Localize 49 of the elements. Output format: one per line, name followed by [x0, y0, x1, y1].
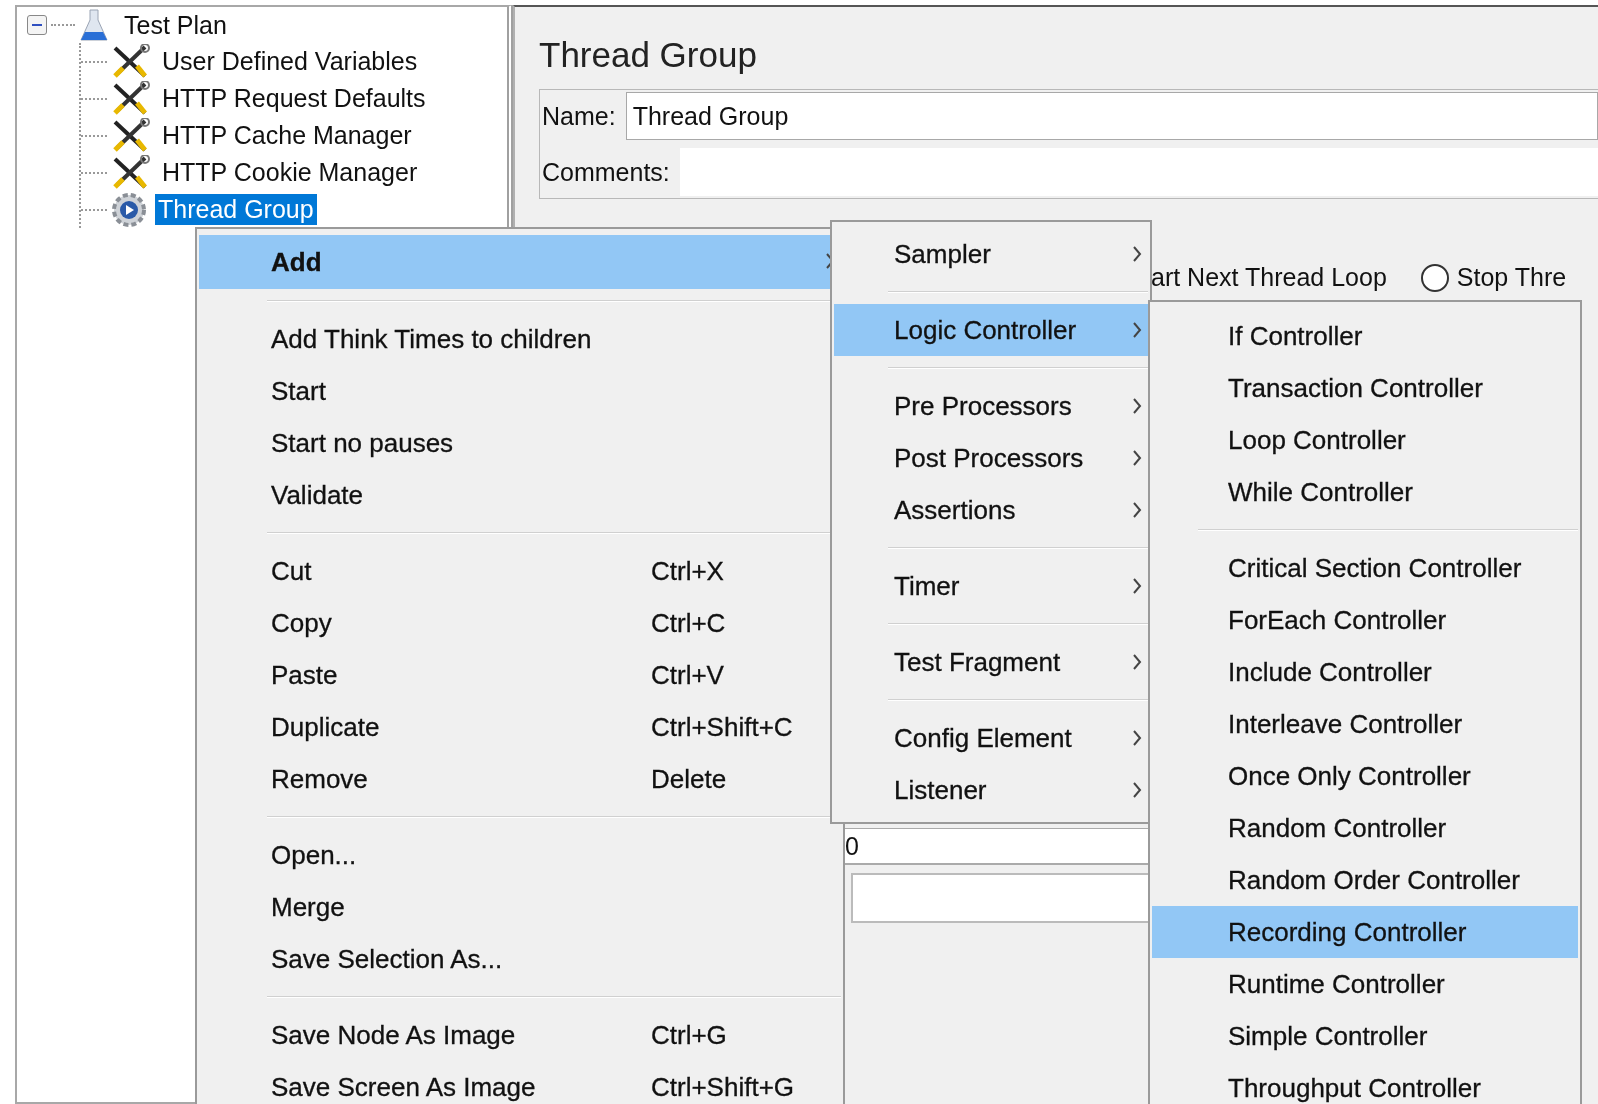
- tree-root-label[interactable]: Test Plan: [121, 9, 230, 41]
- menu-item[interactable]: Listener: [834, 764, 1148, 816]
- name-label: Name:: [542, 101, 616, 131]
- option-label: art Next Thread Loop: [1151, 263, 1387, 292]
- comments-label: Comments:: [542, 157, 670, 187]
- tree-item[interactable]: User Defined Variables: [159, 46, 421, 77]
- shortcut-label: Delete: [651, 763, 727, 795]
- menu-item[interactable]: ForEach Controller: [1152, 594, 1578, 646]
- menu-item[interactable]: Transaction Controller: [1152, 362, 1578, 414]
- menu-item[interactable]: Simple Controller: [1152, 1010, 1578, 1062]
- tree-item[interactable]: Thread Group: [155, 194, 317, 225]
- menu-item[interactable]: Config Element: [834, 712, 1148, 764]
- radio-button[interactable]: [1420, 263, 1449, 292]
- menu-item[interactable]: Recording Controller: [1152, 906, 1578, 958]
- menu-item[interactable]: If Controller: [1152, 310, 1578, 362]
- name-input-field[interactable]: Thread Group: [625, 92, 1598, 140]
- menu-item[interactable]: Test Fragment: [834, 636, 1148, 688]
- shortcut-label: Ctrl+Shift+G: [651, 1071, 795, 1103]
- menu-item[interactable]: Once Only Controller: [1152, 750, 1578, 802]
- menu-item[interactable]: Save Node As Image Ctrl+G: [199, 1009, 841, 1061]
- gear-icon: [109, 191, 149, 228]
- collapse-icon[interactable]: [27, 15, 47, 35]
- menu-item[interactable]: Throughput Controller: [1152, 1062, 1578, 1104]
- menu-item[interactable]: Loop Controller: [1152, 414, 1578, 466]
- shortcut-label: Ctrl+C: [651, 607, 726, 639]
- menu-item[interactable]: Logic Controller: [834, 304, 1148, 356]
- radio-label: Stop Thre: [1456, 263, 1567, 292]
- shortcut-label: Ctrl+Shift+C: [651, 711, 793, 743]
- menu-item[interactable]: Open...: [199, 829, 841, 881]
- menu-item[interactable]: Timer: [834, 560, 1148, 612]
- menu-item[interactable]: While Controller: [1152, 466, 1578, 518]
- menu-item[interactable]: Merge: [199, 881, 841, 933]
- menu-item[interactable]: Runtime Controller: [1152, 958, 1578, 1010]
- tree-item[interactable]: HTTP Cache Manager: [159, 120, 415, 151]
- shortcut-label: Ctrl+V: [651, 659, 724, 691]
- menu-item[interactable]: Post Processors: [834, 432, 1148, 484]
- menu-item[interactable]: Save Selection As...: [199, 933, 841, 985]
- menu-item[interactable]: Include Controller: [1152, 646, 1578, 698]
- menu-item[interactable]: Save Screen As Image Ctrl+Shift+G: [199, 1061, 841, 1104]
- tree-item[interactable]: HTTP Cookie Manager: [159, 157, 421, 188]
- tree-item[interactable]: HTTP Request Defaults: [159, 83, 429, 114]
- menu-item[interactable]: Pre Processors: [834, 380, 1148, 432]
- panel-title: Thread Group: [539, 35, 758, 75]
- shortcut-label: Ctrl+G: [651, 1019, 727, 1051]
- flask-icon: [79, 8, 109, 42]
- menu-item[interactable]: Critical Section Controller: [1152, 542, 1578, 594]
- menu-item[interactable]: Interleave Controller: [1152, 698, 1578, 750]
- shortcut-label: Ctrl+X: [651, 555, 724, 587]
- menu-item[interactable]: Assertions: [834, 484, 1148, 536]
